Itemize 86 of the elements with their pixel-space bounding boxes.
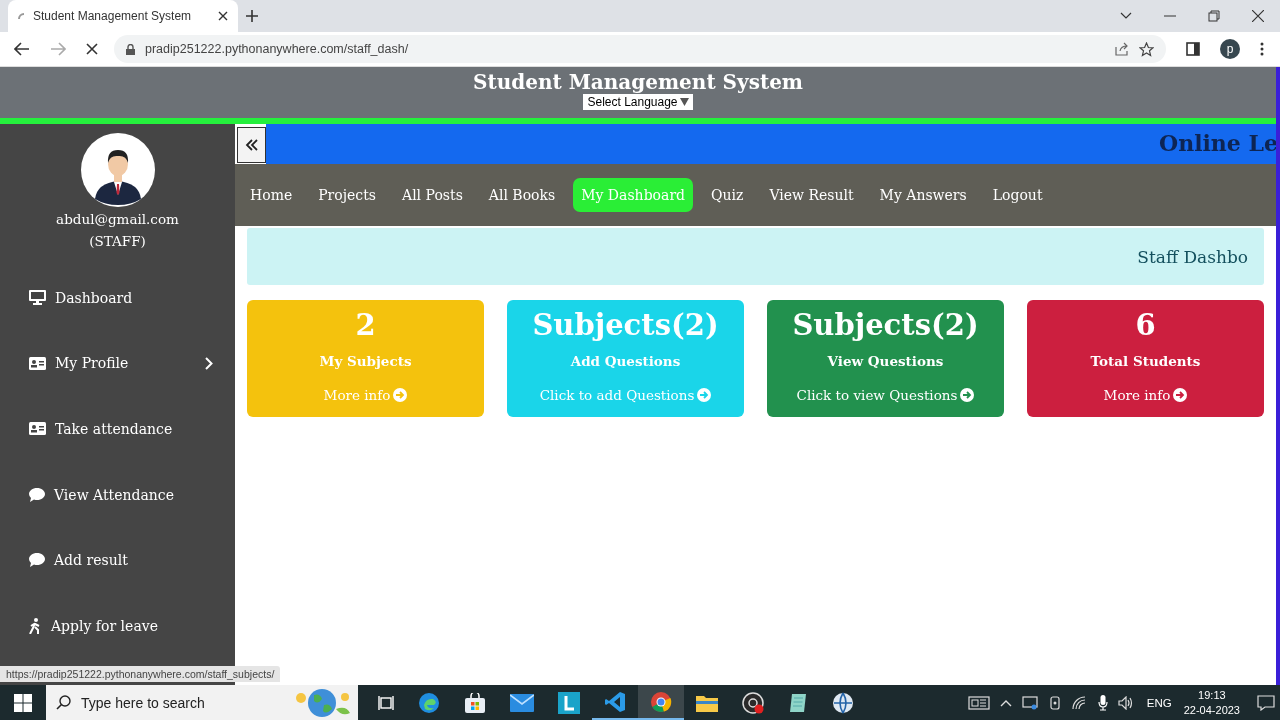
card-value: 6 [1135, 307, 1156, 343]
nav-link[interactable]: Home [242, 178, 301, 212]
globe-app-icon[interactable] [832, 691, 854, 714]
loading-icon [18, 12, 25, 20]
user-avatar-icon [80, 133, 155, 207]
sidebar-item[interactable]: Take attendance [0, 396, 235, 462]
star-icon[interactable] [1139, 41, 1154, 57]
chat-icon [29, 487, 45, 502]
arrow-right-circle-icon [960, 388, 975, 402]
chat-icon [29, 553, 45, 568]
wifi-icon[interactable] [1071, 695, 1088, 710]
nav-link[interactable]: All Books [480, 178, 564, 212]
nav-link[interactable]: All Posts [394, 178, 471, 212]
arrow-right-circle-icon [1173, 388, 1188, 402]
nav-link[interactable]: Logout [984, 178, 1051, 212]
card-label: My Subjects [319, 353, 412, 369]
stop-icon[interactable] [86, 43, 98, 55]
notepad-icon[interactable] [788, 691, 808, 714]
folder-icon[interactable] [696, 693, 718, 712]
language-select[interactable]: Select Language [583, 94, 693, 110]
id-card-icon [29, 356, 46, 370]
input-language[interactable]: ENG [1146, 696, 1172, 709]
arrow-right-circle-icon [393, 388, 408, 402]
monitor-icon [29, 290, 46, 306]
chevron-right-icon [205, 356, 213, 370]
card-label: Add Questions [570, 353, 681, 369]
taskbar-search-field[interactable]: Type here to search [46, 685, 358, 720]
status-url: https://pradip251222.pythonanywhere.com/staff_subjects/ [0, 666, 281, 682]
card-label: Total Students [1090, 353, 1201, 369]
camera-icon[interactable] [1047, 694, 1062, 711]
chevron-up-icon[interactable] [999, 698, 1012, 707]
card-value: Subjects(2) [532, 307, 719, 343]
card-link[interactable]: More info [1103, 387, 1188, 403]
tab-title: Student Management System [33, 9, 193, 23]
nav-link[interactable]: Quiz [703, 178, 752, 212]
notification-icon[interactable] [1257, 694, 1275, 711]
speaker-icon[interactable] [1117, 695, 1134, 710]
chevron-down-icon[interactable] [1120, 12, 1132, 20]
double-chevron-left-icon [244, 139, 259, 151]
site-title: Student Management System [472, 70, 804, 94]
sidebar-item[interactable]: Apply for leave [0, 592, 235, 659]
share-icon[interactable] [1115, 42, 1129, 56]
code-editor-icon[interactable] [604, 690, 626, 713]
edge-icon[interactable] [418, 691, 440, 714]
sidebar-item[interactable]: Dashboard [0, 265, 235, 331]
profile-avatar[interactable]: p [1220, 39, 1240, 59]
store-icon[interactable] [464, 692, 486, 713]
caret-down-icon [679, 98, 689, 106]
nav-link[interactable]: My Answers [871, 178, 975, 212]
side-panel-icon[interactable] [1186, 42, 1200, 56]
banner-title: Staff Dashbo [1137, 246, 1248, 267]
sidebar-item[interactable]: View Attendance [0, 461, 235, 528]
news-icon[interactable] [967, 695, 990, 710]
sidebar-item[interactable]: My Profile [0, 330, 235, 397]
clock[interactable]: 19:13 22-04-2023 [1183, 687, 1240, 718]
browser-icon[interactable] [650, 690, 672, 713]
microphone-icon[interactable] [1097, 694, 1108, 711]
windows-start-icon[interactable] [14, 693, 32, 712]
display-icon[interactable] [1021, 695, 1038, 710]
walking-person-icon [29, 617, 42, 634]
search-icon [56, 695, 71, 710]
close-icon[interactable] [218, 11, 228, 21]
card-value: Subjects(2) [792, 307, 979, 343]
menu-icon[interactable] [1260, 42, 1264, 56]
nav-link[interactable]: View Result [761, 178, 862, 212]
sidebar-item[interactable]: Add result [0, 527, 235, 593]
app-tile-icon[interactable] [558, 691, 580, 714]
arrow-right-circle-icon [697, 388, 712, 402]
card-link[interactable]: Click to view Questions [796, 387, 975, 403]
recorder-icon[interactable] [742, 691, 764, 714]
new-tab-icon[interactable] [246, 10, 258, 22]
user-role: (STAFF) [89, 233, 146, 249]
user-email: abdul@gmail.com [56, 211, 179, 227]
collapse-button[interactable] [237, 127, 266, 163]
browser-tab[interactable]: Student Management System [8, 0, 238, 32]
mail-icon[interactable] [510, 693, 534, 712]
task-view-icon[interactable] [378, 694, 394, 711]
close-icon[interactable] [1252, 10, 1264, 22]
nav-link[interactable]: Projects [310, 178, 385, 212]
back-icon[interactable] [14, 42, 30, 56]
lock-icon [126, 43, 135, 55]
card-label: View Questions [827, 353, 944, 369]
address-bar[interactable]: pradip251222.pythonanywhere.com/staff_dash/ [114, 35, 1166, 63]
card-value: 2 [355, 307, 376, 343]
restore-icon[interactable] [1208, 10, 1220, 22]
id-card-icon [29, 422, 46, 436]
